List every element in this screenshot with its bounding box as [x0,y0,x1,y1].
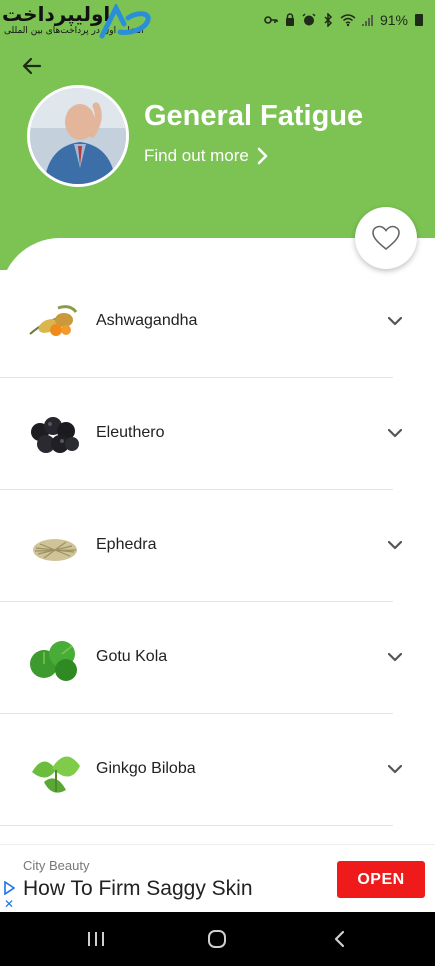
find-out-more-link[interactable]: Find out more [144,146,271,166]
ad-open-button[interactable]: OPEN [337,861,425,898]
remedy-item-ginkgo-biloba[interactable]: Ginkgo Biloba [0,714,435,826]
battery-percentage: 91% [379,12,408,28]
ad-choices-icon[interactable] [3,881,15,895]
remedy-name: Ginkgo Biloba [96,760,196,777]
chevron-down-icon[interactable] [386,314,404,328]
condition-image [27,85,129,187]
wifi-icon [340,14,356,27]
recent-apps-icon[interactable] [86,930,106,948]
divider [0,825,393,826]
remedy-item-gotu-kola[interactable]: Gotu Kola [0,602,435,714]
status-bar: اولیپرداخت انتخاب اول در پرداخت‌های بین … [0,0,435,44]
back-arrow-icon[interactable] [18,52,46,80]
remedy-item-eleuthero[interactable]: Eleuthero [0,378,435,490]
chevron-down-icon[interactable] [386,762,404,776]
vpn-key-icon [264,16,278,24]
page-title: General Fatigue [144,100,364,132]
back-nav-icon[interactable] [332,930,348,948]
remedy-list: Ashwagandha Eleuthero Ephedra Gotu Kola … [0,266,435,826]
ad-advertiser: City Beauty [23,858,90,873]
brand-watermark: اولیپرداخت انتخاب اول در پرداخت‌های بین … [2,2,152,40]
battery-icon [415,14,423,26]
remedy-name: Ephedra [96,536,157,553]
ephedra-image [33,539,77,561]
favorite-button[interactable] [355,207,417,269]
home-icon[interactable] [207,930,227,948]
brand-logo-icon [99,4,151,39]
lock-icon [285,13,294,26]
system-nav-bar [0,912,435,966]
heart-outline-icon [372,225,400,251]
remedy-name: Gotu Kola [96,648,168,665]
ginkgo-biloba-image [32,756,80,793]
chevron-down-icon[interactable] [386,650,404,664]
remedy-item-ephedra[interactable]: Ephedra [0,490,435,602]
remedy-name: Eleuthero [96,424,165,441]
gotu-kola-image [30,641,77,681]
ad-close-icon[interactable]: ✕ [4,897,14,911]
signal-icon [361,15,373,26]
brand-logo-text: اولیپرداخت [2,2,111,26]
status-icons: 91% [264,12,423,28]
ad-headline[interactable]: How To Firm Saggy Skin [23,877,253,901]
remedy-item-ashwagandha[interactable]: Ashwagandha [0,266,435,378]
remedy-name: Ashwagandha [96,312,198,329]
ad-banner[interactable]: ✕ City Beauty How To Firm Saggy Skin OPE… [0,844,435,913]
chevron-right-icon [257,147,268,165]
chevron-down-icon[interactable] [386,426,404,440]
eleuthero-image [31,417,79,453]
ashwagandha-image [29,305,78,336]
chevron-down-icon[interactable] [386,538,404,552]
alarm-icon [302,13,316,26]
find-out-more-label: Find out more [144,146,249,165]
bluetooth-icon [324,13,333,27]
